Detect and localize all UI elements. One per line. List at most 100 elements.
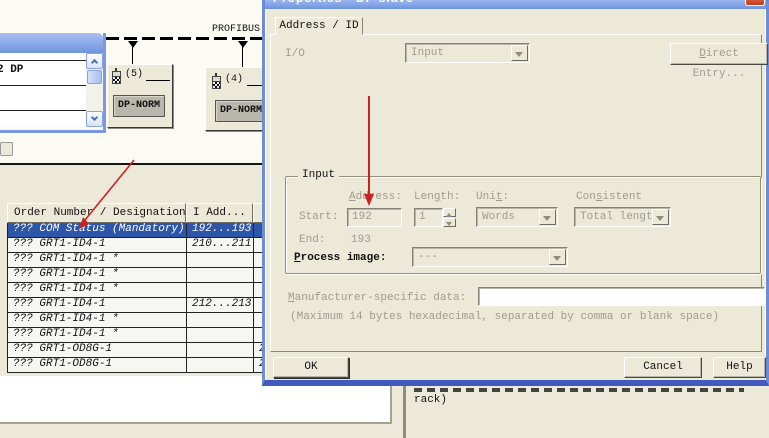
- table-cell: ??? GRT1-ID4-1 *: [8, 313, 187, 327]
- cancel-button[interactable]: Cancel: [624, 357, 702, 378]
- manufacturer-data-label: Manufacturer-specific data:: [288, 292, 466, 304]
- dp-slave-number: (5): [125, 69, 143, 80]
- table-cell: [187, 268, 254, 282]
- table-cell: ??? GRT1-ID4-1 *: [8, 283, 187, 297]
- chevron-down-icon: [91, 114, 98, 121]
- io-select-value: Input: [411, 47, 444, 59]
- profibus-bus-line: [106, 37, 266, 40]
- bus-drop-connector: [238, 41, 248, 48]
- table-cell: 192...193: [187, 223, 254, 237]
- length-field[interactable]: 1: [414, 208, 443, 227]
- dropdown-arrow-icon[interactable]: [549, 249, 566, 265]
- chevron-up-icon: [91, 59, 98, 66]
- properties-dialog: Properties - DP slave ✕ Address / ID I/O…: [262, 0, 769, 386]
- manufacturer-data-field[interactable]: [478, 287, 765, 306]
- table-row[interactable]: ??? GRT1-ID4-1 *: [8, 328, 300, 343]
- clipped-text-line: [414, 388, 744, 392]
- column-header-designation[interactable]: Order Number / Designation: [7, 203, 186, 223]
- dp-slave-icon: [112, 71, 121, 84]
- length-column-label: Length:: [414, 191, 460, 203]
- table-row[interactable]: ??? GRT1-ID4-1212...213: [8, 298, 300, 313]
- start-address-field[interactable]: 192: [347, 208, 402, 227]
- rack-list-row-divider: [0, 60, 87, 61]
- close-icon[interactable]: ✕: [745, 0, 765, 6]
- table-cell: ??? GRT1-ID4-1: [8, 238, 187, 252]
- rack-list-item-dp[interactable]: 2 DP: [0, 64, 23, 76]
- help-button[interactable]: Help: [713, 357, 766, 378]
- length-spin-up-icon[interactable]: [443, 208, 456, 217]
- address-column-label: Address:: [349, 191, 402, 203]
- unit-column-label: Unit:: [476, 191, 509, 203]
- table-row[interactable]: ??? GRT1-ID4-1 *: [8, 283, 300, 298]
- module-table-header: Order Number / Designation I Add...: [7, 203, 299, 223]
- dropdown-arrow-icon[interactable]: [652, 209, 669, 225]
- bus-drop-line: [242, 41, 243, 68]
- direct-entry-button[interactable]: Direct Entry...: [670, 43, 768, 65]
- process-image-select[interactable]: ---: [412, 247, 568, 267]
- column-header-i-address[interactable]: I Add...: [186, 203, 253, 223]
- dropdown-arrow-icon[interactable]: [511, 45, 528, 61]
- table-row[interactable]: ??? GRT1-OD8G-12: [8, 358, 300, 373]
- scrollbar[interactable]: [86, 53, 103, 127]
- dialog-titlebar[interactable]: Properties - DP slave ✕: [265, 0, 766, 9]
- table-row[interactable]: ??? GRT1-OD8G-12: [8, 343, 300, 358]
- module-description-panel: rack): [403, 386, 769, 438]
- scroll-down-button[interactable]: [86, 111, 103, 127]
- table-cell: [187, 343, 254, 357]
- tab-address-id[interactable]: Address / ID: [275, 17, 363, 35]
- dp-slave-icon: [212, 76, 221, 89]
- dropdown-arrow-icon[interactable]: [539, 209, 556, 225]
- end-label: End:: [299, 234, 325, 246]
- unit-select-value: Words: [482, 211, 515, 223]
- table-cell: [187, 253, 254, 267]
- screen: PROFIBUS (5) DP-NORM (4) DP-NORM 2 DP: [0, 0, 769, 438]
- consistent-select[interactable]: Total length: [574, 207, 671, 227]
- table-cell: ??? GRT1-OD8G-1: [8, 343, 187, 357]
- end-address-value: 193: [351, 234, 371, 246]
- table-cell: ??? GRT1-OD8G-1: [8, 358, 187, 372]
- unit-select[interactable]: Words: [476, 207, 558, 227]
- profibus-bus-label: PROFIBUS: [212, 24, 260, 35]
- table-row[interactable]: ??? GRT1-ID4-1 *: [8, 253, 300, 268]
- table-cell: [187, 313, 254, 327]
- process-image-label: Process image:: [294, 252, 386, 264]
- manufacturer-data-hint: (Maximum 14 bytes hexadecimal, separated…: [290, 311, 719, 323]
- table-cell: [187, 358, 254, 372]
- station-window: 2 DP: [0, 33, 106, 133]
- bus-drop-line: [132, 41, 133, 65]
- table-cell: ??? COM Status (Mandatory): [8, 223, 187, 237]
- module-table-body: ??? COM Status (Mandatory)192...193??? G…: [7, 223, 300, 373]
- dp-slave-5[interactable]: (5) DP-NORM: [107, 64, 173, 128]
- scroll-up-button[interactable]: [86, 53, 103, 69]
- length-spin-down-icon[interactable]: [443, 218, 456, 227]
- table-row[interactable]: ??? GRT1-ID4-1210...211: [8, 238, 300, 253]
- rack-list-row-divider: [0, 85, 87, 86]
- dp-slave-name-line: [146, 80, 170, 81]
- table-cell: 212...213: [187, 298, 254, 312]
- ok-button[interactable]: OK: [273, 357, 349, 378]
- rack-list-row-divider: [0, 110, 87, 111]
- dp-slave-number: (4): [225, 74, 243, 85]
- io-label: I/O: [285, 48, 305, 60]
- consistent-select-value: Total length: [580, 211, 659, 223]
- window-edge-fragment: [0, 142, 13, 156]
- dialog-title: Properties - DP slave: [273, 0, 414, 5]
- rack-list[interactable]: 2 DP: [0, 53, 103, 127]
- table-cell: ??? GRT1-ID4-1 *: [8, 268, 187, 282]
- dp-slave-type-label: DP-NORM: [215, 100, 267, 122]
- scrollbar-thumb[interactable]: [87, 70, 102, 84]
- table-row[interactable]: ??? GRT1-ID4-1 *: [8, 313, 300, 328]
- bus-drop-connector: [128, 41, 138, 48]
- table-cell: [187, 283, 254, 297]
- description-text-fragment: rack): [414, 394, 769, 406]
- input-group-title: Input: [298, 169, 339, 181]
- table-cell: 210...211: [187, 238, 254, 252]
- table-row[interactable]: ??? COM Status (Mandatory)192...193: [8, 223, 300, 238]
- table-cell: ??? GRT1-ID4-1 *: [8, 328, 187, 342]
- table-row[interactable]: ??? GRT1-ID4-1 *: [8, 268, 300, 283]
- input-group: Input Address: Length: Unit: Consistent …: [285, 176, 761, 274]
- dp-slave-type-label: DP-NORM: [113, 95, 165, 117]
- station-window-titlebar[interactable]: [0, 33, 103, 53]
- io-select[interactable]: Input: [405, 43, 530, 63]
- table-cell: [187, 328, 254, 342]
